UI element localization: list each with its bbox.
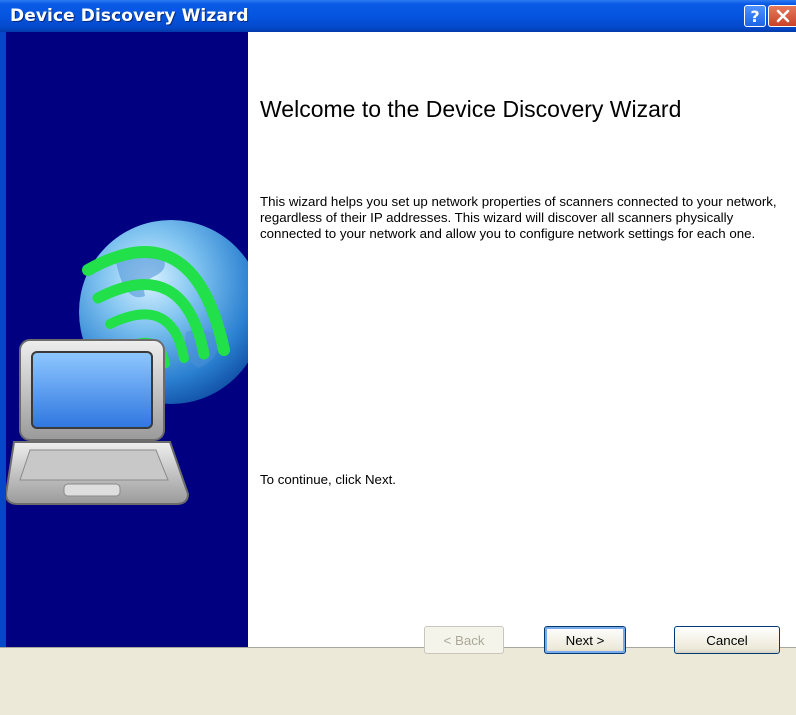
cancel-button[interactable]: Cancel	[674, 626, 780, 654]
button-bar	[0, 647, 796, 715]
next-button[interactable]: Next >	[544, 626, 626, 654]
help-icon: ?	[750, 6, 760, 26]
welcome-heading: Welcome to the Device Discovery Wizard	[260, 96, 682, 122]
wizard-description: This wizard helps you set up network pro…	[260, 194, 777, 241]
continue-instruction: To continue, click Next.	[260, 472, 396, 487]
wizard-window: Device Discovery Wizard ? Welcome to the…	[0, 0, 796, 715]
wizard-sidebar	[0, 32, 248, 647]
help-button[interactable]: ?	[744, 5, 766, 27]
back-button[interactable]: < Back	[424, 626, 504, 654]
wizard-content: Welcome to the Device Discovery Wizard T…	[248, 32, 796, 647]
close-icon	[776, 9, 789, 23]
title-bar[interactable]: Device Discovery Wizard ?	[0, 0, 796, 32]
window-title: Device Discovery Wizard	[10, 6, 249, 26]
laptop-globe-wireless-icon	[6, 220, 248, 505]
close-button[interactable]	[768, 5, 796, 27]
